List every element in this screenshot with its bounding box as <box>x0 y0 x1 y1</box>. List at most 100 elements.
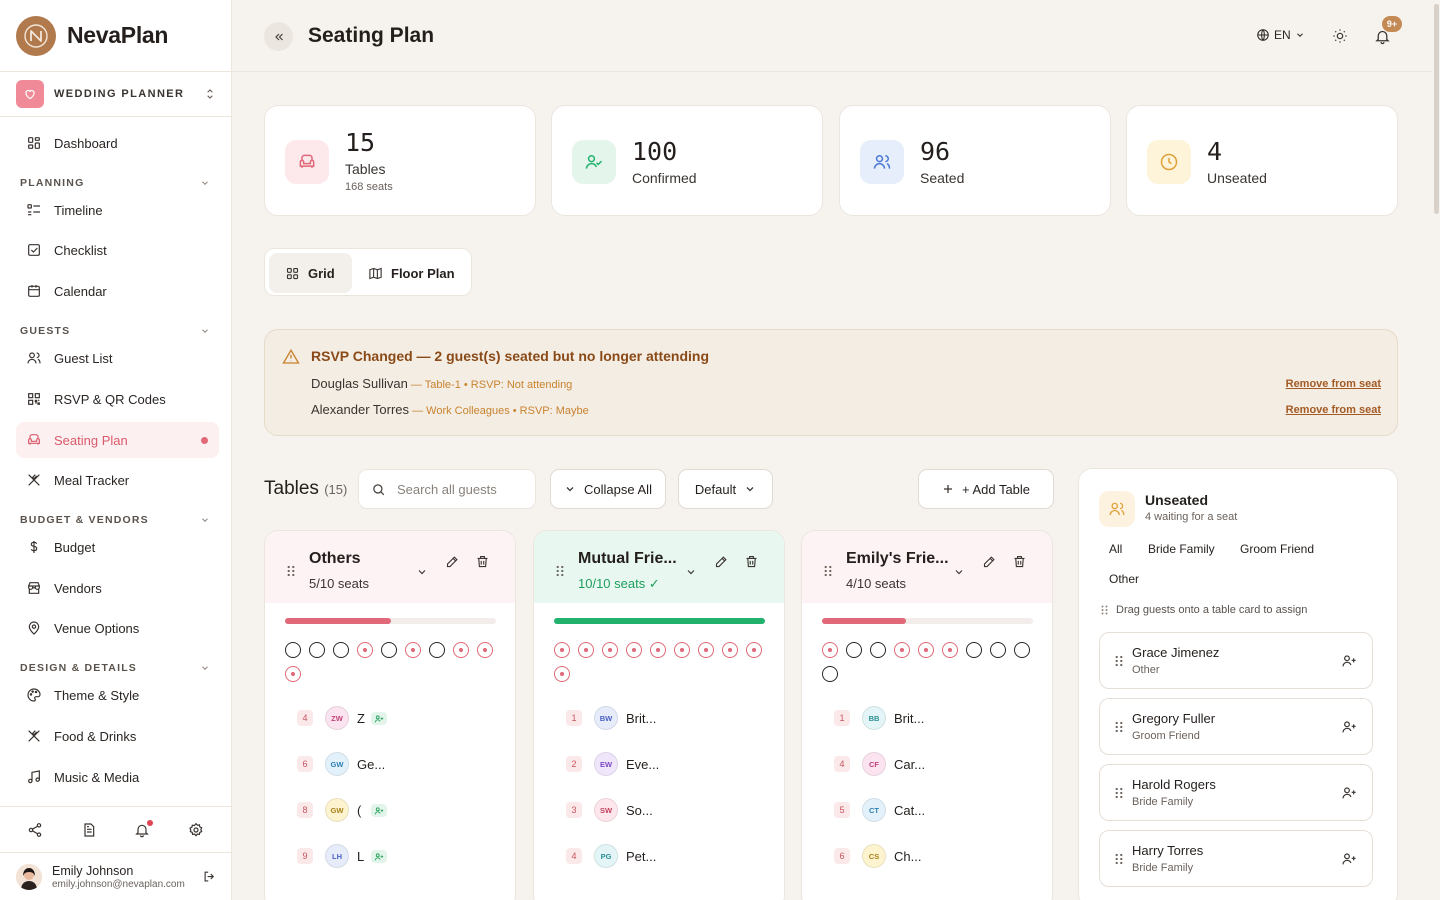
seated-guest-row[interactable]: 6 GW Ge... <box>265 749 515 779</box>
seated-guest-row[interactable]: 2 EW Eve... <box>534 749 784 779</box>
share-icon[interactable] <box>27 822 43 838</box>
seat-indicator[interactable] <box>846 642 862 658</box>
seat-indicator[interactable] <box>822 666 838 682</box>
seat-indicator[interactable] <box>285 666 301 682</box>
seat-indicator[interactable] <box>381 642 397 658</box>
chevron-down-icon[interactable] <box>416 566 428 578</box>
seat-indicator[interactable] <box>918 642 934 658</box>
scrollbar-thumb[interactable] <box>1434 4 1439 214</box>
seat-indicator[interactable] <box>722 642 738 658</box>
logout-icon[interactable] <box>202 869 217 884</box>
sidebar-item-rsvp[interactable]: RSVP & QR Codes <box>16 381 219 417</box>
user-plus-icon[interactable] <box>1341 785 1357 801</box>
settings-gear-icon[interactable] <box>188 822 204 838</box>
sidebar-item-music-media[interactable]: Music & Media <box>16 759 219 795</box>
edit-pencil-icon[interactable] <box>714 554 729 569</box>
sidebar-item-guest-list[interactable]: Guest List <box>16 340 219 376</box>
seat-indicator[interactable] <box>333 642 349 658</box>
drag-handle-icon[interactable] <box>1115 721 1123 733</box>
sidebar-item-checklist[interactable]: Checklist <box>16 232 219 268</box>
user-profile[interactable]: Emily Johnson emily.johnson@nevaplan.com <box>0 852 231 900</box>
sidebar-item-vendors[interactable]: Vendors <box>16 570 219 606</box>
sun-icon[interactable] <box>1332 28 1348 44</box>
seated-guest-row[interactable]: 8 GW ( <box>265 795 515 825</box>
remove-from-seat-link[interactable]: Remove from seat <box>1286 404 1381 416</box>
section-budget-vendors[interactable]: BUDGET & VENDORS <box>20 514 210 526</box>
collapse-all-button[interactable]: Collapse All <box>550 469 666 509</box>
seated-guest-row[interactable]: 6 CS Ch... <box>802 841 1052 871</box>
drag-handle-icon[interactable] <box>1115 655 1123 667</box>
drag-handle-icon[interactable] <box>1115 787 1123 799</box>
seat-indicator[interactable] <box>554 642 570 658</box>
seat-indicator[interactable] <box>285 642 301 658</box>
seat-indicator[interactable] <box>894 642 910 658</box>
seat-indicator[interactable] <box>477 642 493 658</box>
user-plus-icon[interactable] <box>1341 851 1357 867</box>
seated-guest-row[interactable]: 4 ZW Z <box>265 703 515 733</box>
seated-guest-row[interactable]: 9 LH L <box>265 841 515 871</box>
seat-indicator[interactable] <box>578 642 594 658</box>
seat-indicator[interactable] <box>746 642 762 658</box>
section-guests[interactable]: GUESTS <box>20 325 210 337</box>
user-plus-icon[interactable] <box>1341 719 1357 735</box>
sidebar-item-theme-style[interactable]: Theme & Style <box>16 677 219 713</box>
edit-pencil-icon[interactable] <box>982 554 997 569</box>
sidebar-item-budget[interactable]: Budget <box>16 529 219 565</box>
seated-guest-row[interactable]: 3 SW So... <box>534 795 784 825</box>
filter-groom-friend[interactable]: Groom Friend <box>1240 542 1314 556</box>
unseated-guest-card[interactable]: Gregory Fuller Groom Friend <box>1099 698 1373 755</box>
table-card[interactable]: Mutual Frie... 10/10 seats ✓ 1 BW Brit... 2 EW… <box>533 530 785 900</box>
filter-other[interactable]: Other <box>1109 572 1139 586</box>
document-icon[interactable] <box>81 822 97 838</box>
sort-dropdown[interactable]: Default <box>678 469 773 509</box>
section-planning[interactable]: PLANNING <box>20 177 210 189</box>
drag-handle-icon[interactable] <box>556 565 564 577</box>
edit-pencil-icon[interactable] <box>445 554 460 569</box>
seated-guest-row[interactable]: 4 CF Car... <box>802 749 1052 779</box>
grid-view-button[interactable]: Grid <box>269 253 352 293</box>
trash-icon[interactable] <box>744 554 759 569</box>
seat-indicator[interactable] <box>453 642 469 658</box>
trash-icon[interactable] <box>1012 554 1027 569</box>
drag-handle-icon[interactable] <box>287 565 295 577</box>
seat-indicator[interactable] <box>626 642 642 658</box>
language-selector[interactable]: EN <box>1256 28 1305 42</box>
filter-all[interactable]: All <box>1109 542 1122 556</box>
seat-indicator[interactable] <box>822 642 838 658</box>
add-table-button[interactable]: + Add Table <box>918 469 1054 509</box>
chevron-down-icon[interactable] <box>953 566 965 578</box>
seat-indicator[interactable] <box>674 642 690 658</box>
unseated-guest-card[interactable]: Grace Jimenez Other <box>1099 632 1373 689</box>
sidebar-item-venue-options[interactable]: Venue Options <box>16 610 219 646</box>
seat-indicator[interactable] <box>698 642 714 658</box>
seat-indicator[interactable] <box>990 642 1006 658</box>
seat-indicator[interactable] <box>602 642 618 658</box>
workspace-switcher[interactable]: WEDDING PLANNER <box>16 80 217 108</box>
section-design-details[interactable]: DESIGN & DETAILS <box>20 662 210 674</box>
seated-guest-row[interactable]: 5 CT Cat... <box>802 795 1052 825</box>
unseated-guest-card[interactable]: Harold Rogers Bride Family <box>1099 764 1373 821</box>
user-plus-icon[interactable] <box>1341 653 1357 669</box>
sidebar-item-food-drinks[interactable]: Food & Drinks <box>16 718 219 754</box>
table-card[interactable]: Emily's Frie... 4/10 seats 1 BB Brit... 4 CF Ca… <box>801 530 1053 900</box>
sidebar-item-timeline[interactable]: Timeline <box>16 192 219 228</box>
chevron-down-icon[interactable] <box>685 566 697 578</box>
seat-indicator[interactable] <box>942 642 958 658</box>
seat-indicator[interactable] <box>554 666 570 682</box>
drag-handle-icon[interactable] <box>824 565 832 577</box>
bell-icon[interactable] <box>134 819 154 838</box>
seat-indicator[interactable] <box>357 642 373 658</box>
sidebar-item-meal-tracker[interactable]: Meal Tracker <box>16 462 219 498</box>
trash-icon[interactable] <box>475 554 490 569</box>
filter-bride-family[interactable]: Bride Family <box>1148 542 1215 556</box>
sidebar-item-dashboard[interactable]: Dashboard <box>16 125 219 161</box>
search-input[interactable] <box>397 481 527 497</box>
unseated-guest-card[interactable]: Harry Torres Bride Family <box>1099 830 1373 887</box>
seat-indicator[interactable] <box>405 642 421 658</box>
seat-indicator[interactable] <box>429 642 445 658</box>
remove-from-seat-link[interactable]: Remove from seat <box>1286 378 1381 390</box>
collapse-sidebar-button[interactable] <box>264 22 293 51</box>
seat-indicator[interactable] <box>309 642 325 658</box>
table-card[interactable]: Others 5/10 seats 4 ZW Z 6 GW Ge... 8 GW (9 LH L <box>264 530 516 900</box>
seat-indicator[interactable] <box>650 642 666 658</box>
